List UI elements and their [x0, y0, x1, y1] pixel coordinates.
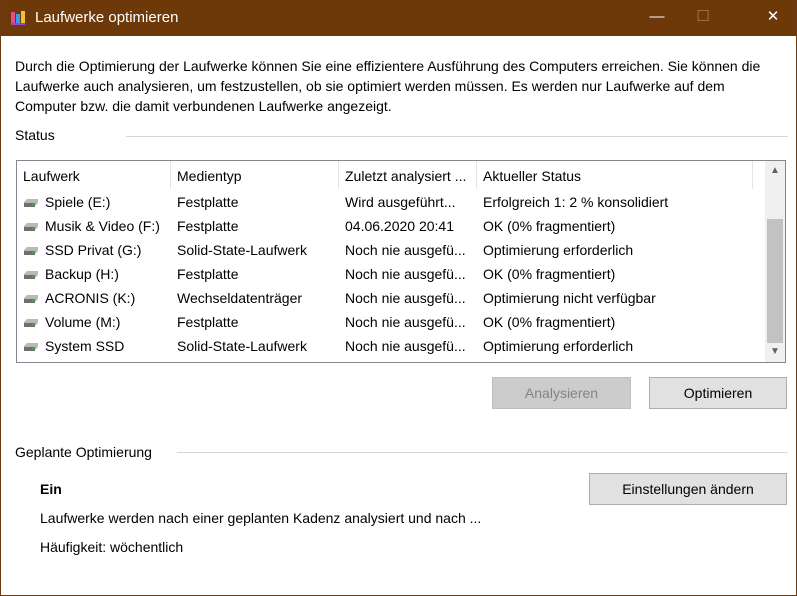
cell-drive-text: Spiele (E:) — [45, 194, 111, 210]
chevron-up-icon[interactable]: ▲ — [765, 161, 785, 181]
cell-media-type: Festplatte — [171, 262, 339, 286]
cell-current-status-text: Optimierung erforderlich — [483, 242, 634, 258]
scheduled-optimization-label: Geplante Optimierung — [15, 444, 152, 460]
cell-last-analyzed: Noch nie ausgefü... — [339, 334, 477, 358]
cell-drive: Spiele (E:) — [17, 190, 171, 214]
cell-last-analyzed-text: Wird ausgeführt... — [345, 194, 456, 210]
cell-media-type: Festplatte — [171, 214, 339, 238]
close-button[interactable]: ✕ — [750, 0, 796, 36]
schedule-separator — [177, 452, 788, 453]
cell-media-type-text: Wechseldatenträger — [177, 290, 303, 306]
cell-current-status: Erfolgreich 1: 2 % konsolidiert — [477, 190, 753, 214]
hard-drive-icon — [24, 295, 38, 304]
optimize-drives-window: Laufwerke optimieren — ☐ ✕ Durch die Opt… — [0, 0, 797, 596]
cell-current-status-text: OK (0% fragmentiert) — [483, 266, 616, 282]
scrollbar-thumb[interactable] — [767, 219, 783, 343]
cell-last-analyzed-text: Noch nie ausgefü... — [345, 266, 466, 282]
maximize-button: ☐ — [696, 8, 710, 25]
hard-drive-icon — [24, 247, 38, 256]
cell-drive: Musik & Video (F:) — [17, 214, 171, 238]
cell-last-analyzed: Noch nie ausgefü... — [339, 286, 477, 310]
cell-media-type: Festplatte — [171, 190, 339, 214]
cell-drive-text: Backup (H:) — [45, 266, 119, 282]
cell-drive-text: System SSD — [45, 338, 125, 354]
cell-last-analyzed-text: Noch nie ausgefü... — [345, 338, 466, 354]
drive-row[interactable]: System SSD Solid-State-Laufwerk Noch nie a… — [17, 334, 766, 358]
column-header-drive[interactable]: Laufwerk — [17, 161, 171, 189]
cell-current-status-text: Optimierung erforderlich — [483, 338, 634, 354]
cell-drive: Volume (M:) — [17, 310, 171, 334]
drive-row[interactable]: Spiele (E:) Festplatte Wird ausgeführt... E… — [17, 190, 766, 214]
status-separator — [126, 136, 788, 137]
cell-current-status: OK (0% fragmentiert) — [477, 262, 753, 286]
cell-drive-text: Volume (M:) — [45, 314, 121, 330]
cell-last-analyzed: Noch nie ausgefü... — [339, 262, 477, 286]
drive-list[interactable]: Laufwerk Medientyp Zuletzt analysiert ..… — [16, 160, 786, 363]
drive-row[interactable]: Volume (M:) Festplatte Noch nie ausgefü...… — [17, 310, 766, 334]
column-header-last-analyzed[interactable]: Zuletzt analysiert ... — [339, 161, 477, 189]
defrag-app-icon — [11, 11, 25, 25]
hard-drive-icon — [24, 319, 38, 328]
cell-media-type-text: Festplatte — [177, 266, 239, 282]
cell-current-status: OK (0% fragmentiert) — [477, 214, 753, 238]
cell-media-type-text: Festplatte — [177, 194, 239, 210]
cell-media-type: Solid-State-Laufwerk — [171, 238, 339, 262]
cell-media-type-text: Solid-State-Laufwerk — [177, 338, 307, 354]
cell-current-status: Optimierung erforderlich — [477, 334, 753, 358]
schedule-description: Laufwerke werden nach einer geplanten Ka… — [40, 510, 482, 526]
cell-current-status-text: Erfolgreich 1: 2 % konsolidiert — [483, 194, 669, 210]
schedule-frequency: Häufigkeit: wöchentlich — [40, 539, 184, 555]
change-settings-button[interactable]: Einstellungen ändern — [589, 473, 787, 505]
chevron-down-icon[interactable]: ▼ — [765, 342, 785, 362]
analyze-button: Analysieren — [492, 377, 631, 409]
cell-media-type-text: Festplatte — [177, 218, 239, 234]
cell-last-analyzed: Noch nie ausgefü... — [339, 238, 477, 262]
drive-row[interactable]: ACRONIS (K:) Wechseldatenträger Noch nie a… — [17, 286, 766, 310]
hard-drive-icon — [24, 343, 38, 352]
cell-drive: ACRONIS (K:) — [17, 286, 171, 310]
drive-row[interactable]: Backup (H:) Festplatte Noch nie ausgefü...… — [17, 262, 766, 286]
cell-last-analyzed: Noch nie ausgefü... — [339, 310, 477, 334]
window-title: Laufwerke optimieren — [35, 9, 179, 26]
hard-drive-icon — [24, 271, 38, 280]
column-header-media-type[interactable]: Medientyp — [171, 161, 339, 189]
cell-current-status-text: OK (0% fragmentiert) — [483, 314, 616, 330]
cell-drive: Backup (H:) — [17, 262, 171, 286]
schedule-state: Ein — [40, 481, 62, 497]
description-text: Durch die Optimierung der Laufwerke könn… — [15, 58, 761, 114]
drive-row[interactable]: Musik & Video (F:) Festplatte 04.06.2020 2… — [17, 214, 766, 238]
status-label: Status — [15, 127, 55, 143]
cell-drive-text: Musik & Video (F:) — [45, 218, 160, 234]
drive-list-header: Laufwerk Medientyp Zuletzt analysiert ..… — [17, 161, 766, 189]
vertical-scrollbar[interactable]: ▲ ▼ — [765, 161, 785, 362]
cell-current-status-text: OK (0% fragmentiert) — [483, 218, 616, 234]
optimize-button[interactable]: Optimieren — [649, 377, 787, 409]
cell-last-analyzed-text: 04.06.2020 20:41 — [345, 218, 454, 234]
title-bar[interactable]: Laufwerke optimieren — ☐ ✕ — [1, 0, 796, 36]
drive-row[interactable]: SSD Privat (G:) Solid-State-Laufwerk Noch … — [17, 238, 766, 262]
cell-current-status-text: Optimierung nicht verfügbar — [483, 290, 656, 306]
column-header-current-status[interactable]: Aktueller Status — [477, 161, 753, 189]
cell-last-analyzed-text: Noch nie ausgefü... — [345, 290, 466, 306]
cell-media-type-text: Solid-State-Laufwerk — [177, 242, 307, 258]
cell-media-type: Festplatte — [171, 310, 339, 334]
hard-drive-icon — [24, 223, 38, 232]
cell-drive: System SSD — [17, 334, 171, 358]
cell-media-type-text: Festplatte — [177, 314, 239, 330]
cell-current-status: Optimierung nicht verfügbar — [477, 286, 753, 310]
cell-current-status: Optimierung erforderlich — [477, 238, 753, 262]
hard-drive-icon — [24, 199, 38, 208]
cell-drive-text: SSD Privat (G:) — [45, 242, 142, 258]
cell-last-analyzed-text: Noch nie ausgefü... — [345, 242, 466, 258]
cell-drive-text: ACRONIS (K:) — [45, 290, 136, 306]
cell-last-analyzed: Wird ausgeführt... — [339, 190, 477, 214]
minimize-button[interactable]: — — [634, 0, 680, 36]
cell-current-status: OK (0% fragmentiert) — [477, 310, 753, 334]
cell-media-type: Wechseldatenträger — [171, 286, 339, 310]
cell-media-type: Solid-State-Laufwerk — [171, 334, 339, 358]
cell-last-analyzed-text: Noch nie ausgefü... — [345, 314, 466, 330]
cell-drive: SSD Privat (G:) — [17, 238, 171, 262]
cell-last-analyzed: 04.06.2020 20:41 — [339, 214, 477, 238]
